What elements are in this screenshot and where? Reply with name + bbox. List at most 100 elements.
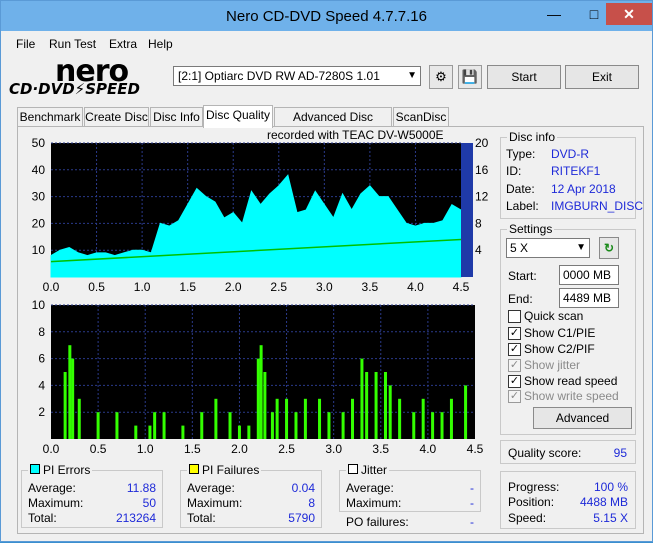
po-failures-label: PO failures:	[346, 515, 409, 529]
pi-failures-bar	[181, 425, 185, 439]
chart-2-x-tick-label: 4.0	[420, 442, 437, 456]
pi-failures-legend-text: PI Failures	[202, 463, 260, 477]
speed-label: Speed:	[508, 511, 547, 525]
quality-score-label: Quality score:	[508, 446, 582, 460]
chart-2-x-tick-label: 0.0	[43, 442, 60, 456]
chart-2-y-tick-label: 6	[38, 352, 45, 366]
show-c2-pif-label: Show C2/PIF	[524, 342, 595, 356]
show-write-speed-label: Show write speed	[524, 389, 619, 403]
chart-1-y2-tick-label: 4	[475, 243, 482, 257]
po-failures-value: -	[470, 515, 474, 529]
disc-date-label: Date:	[506, 182, 535, 196]
chart-1-x-tick-label: 2.0	[225, 280, 242, 294]
pi-failures-bar	[162, 412, 166, 439]
progress-value: 100 %	[593, 480, 628, 494]
show-c2-pif-checkbox[interactable]: ✓	[508, 343, 521, 356]
disc-label-label: Label:	[506, 199, 539, 213]
chart-1-x-tick-label: 3.0	[316, 280, 333, 294]
pi-failures-bar	[228, 412, 232, 439]
pi-errors-total-label: Total:	[28, 511, 57, 525]
disc-info-legend: Disc info	[507, 130, 558, 144]
pi-failures-bar	[374, 372, 378, 439]
chart-1-y-tick-label: 50	[32, 136, 46, 150]
pi-failures-bar	[388, 385, 392, 439]
refresh-speed-button[interactable]: ↻	[599, 237, 619, 259]
pi-failures-swatch	[189, 464, 199, 474]
chart-2-y-tick-label: 10	[32, 298, 46, 312]
pi-failures-total-label: Total:	[187, 511, 216, 525]
quick-scan-checkbox[interactable]	[508, 310, 521, 323]
settings-legend: Settings	[507, 222, 555, 236]
pi-failures-bar	[148, 425, 152, 439]
show-c1-pie-checkbox[interactable]: ✓	[508, 327, 521, 340]
app-window: Nero CD-DVD Speed 4.7.7.16 — □ ✕ File Ru…	[0, 0, 653, 542]
jitter-maximum-value: -	[470, 496, 474, 510]
progress-label: Progress:	[508, 480, 560, 494]
jitter-swatch	[348, 464, 358, 474]
tab-disc-quality[interactable]: Disc Quality	[203, 105, 273, 128]
pi-errors-average-value: 11.88	[126, 481, 156, 495]
quick-scan-label: Quick scan	[524, 309, 584, 323]
chart-1-y-tick-label: 40	[32, 163, 46, 177]
chart-1-x-tick-label: 3.5	[362, 280, 379, 294]
pi-failures-bar	[341, 412, 345, 439]
pi-failures-bar	[412, 412, 416, 439]
chart-2-y-tick-label: 8	[38, 325, 45, 339]
chevron-down-icon: ▼	[576, 242, 586, 253]
show-jitter-label: Show jitter	[524, 358, 581, 372]
start-input[interactable]: 0000 MB	[559, 265, 619, 285]
chart-1-y2-tick-label: 8	[475, 216, 482, 230]
chart-2-x-tick-label: 1.5	[184, 442, 201, 456]
pi-errors-average-label: Average:	[28, 481, 76, 495]
pi-failures-bar	[431, 412, 435, 439]
chart-1-x-tick-label: 4.0	[407, 280, 424, 294]
disc-type-label: Type:	[506, 147, 536, 161]
pi-failures-bar	[134, 425, 138, 439]
pi-failures-average-label: Average:	[187, 481, 235, 495]
show-jitter-checkbox[interactable]: ✓	[508, 359, 521, 372]
jitter-maximum-label: Maximum:	[346, 496, 402, 510]
pi-failures-bar	[464, 385, 468, 439]
disc-label-value: IMGBURN_DISC	[551, 199, 644, 213]
disc-id-label: ID:	[506, 164, 522, 178]
pi-errors-maximum-label: Maximum:	[28, 496, 84, 510]
pi-failures-total-value: 5790	[288, 511, 315, 525]
chart-1-y2-tick-label: 16	[475, 163, 489, 177]
pi-failures-bar	[259, 345, 263, 439]
chart-2-y-tick-label: 4	[38, 378, 45, 392]
position-label: Position:	[508, 495, 555, 509]
chart-2-y-tick-label: 2	[38, 405, 45, 419]
disc-id-value: RITEKF1	[551, 164, 601, 178]
chart-1-y-tick-label: 30	[32, 190, 46, 204]
pi-failures-bar	[360, 358, 364, 439]
show-c1-pie-label: Show C1/PIE	[524, 326, 596, 340]
chart-1-x-tick-label: 0.0	[43, 280, 60, 294]
chart-2-x-tick-label: 1.0	[137, 442, 154, 456]
pi-failures-bar	[214, 398, 218, 439]
pi-errors-maximum-value: 50	[142, 496, 156, 510]
show-read-speed-checkbox[interactable]: ✓	[508, 375, 521, 388]
pi-failures-bar	[398, 398, 402, 439]
pi-failures-bar	[270, 412, 274, 439]
pi-failures-bar	[383, 372, 387, 439]
show-write-speed-checkbox[interactable]: ✓	[508, 390, 521, 403]
speed-select[interactable]: 5 X ▼	[506, 238, 590, 258]
show-read-speed-label: Show read speed	[524, 374, 618, 388]
chart-1-y-tick-label: 10	[32, 243, 46, 257]
pi-failures-bar	[365, 372, 369, 439]
end-label: End:	[508, 292, 533, 306]
advanced-button[interactable]: Advanced	[533, 407, 632, 429]
pi-failures-bar	[351, 398, 355, 439]
pi-failures-bar	[275, 398, 279, 439]
pi-errors-legend-text: PI Errors	[43, 463, 91, 477]
chart-1-x-tick-label: 1.0	[134, 280, 151, 294]
pi-failures-bar	[256, 358, 260, 439]
jitter-average-value: -	[470, 481, 474, 495]
pi-failures-average-value: 0.04	[291, 481, 315, 495]
chart-2-x-tick-label: 3.5	[372, 442, 389, 456]
disc-date-value: 12 Apr 2018	[551, 182, 616, 196]
end-input[interactable]: 4489 MB	[559, 288, 619, 308]
pi-failures-bar	[263, 372, 267, 439]
chart-1-x-tick-label: 0.5	[88, 280, 105, 294]
start-label: Start:	[508, 269, 537, 283]
